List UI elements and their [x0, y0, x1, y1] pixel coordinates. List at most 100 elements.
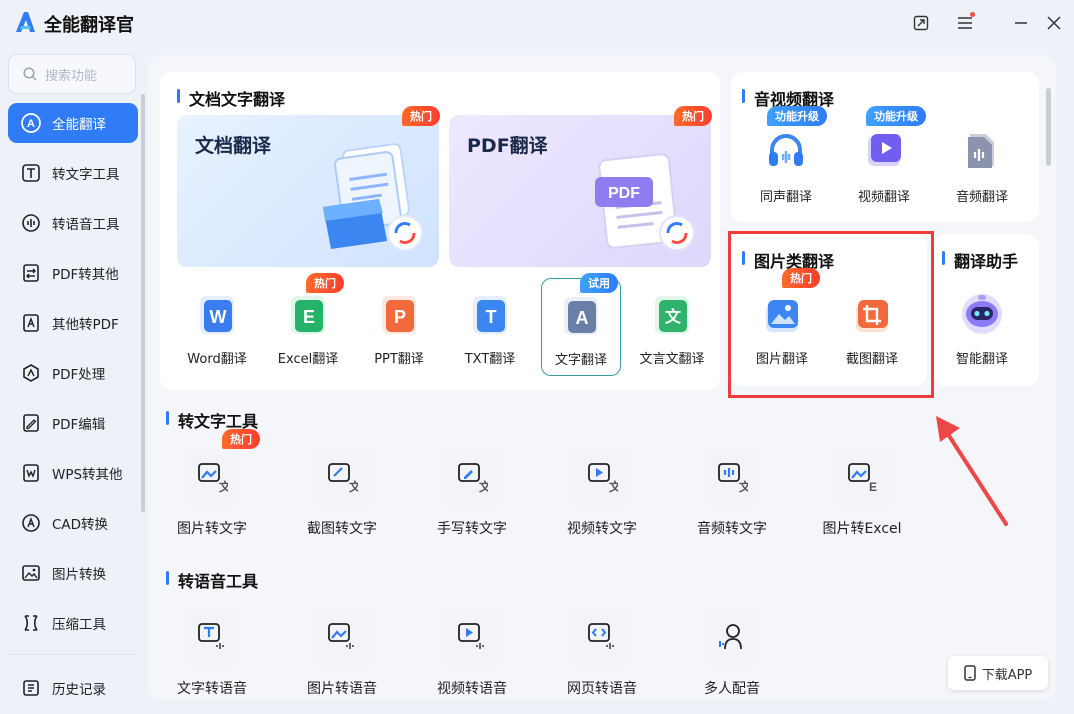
to-pdf-icon: [20, 312, 42, 334]
minimize-icon: [1015, 22, 1027, 24]
screenshot-to-text-icon: 文: [328, 463, 358, 493]
svg-text:文: 文: [609, 479, 618, 493]
tile-audio-translate[interactable]: 音频翻译: [938, 114, 1026, 210]
hot-badge: 热门: [222, 429, 260, 449]
tool-label: 文字转语音: [177, 681, 247, 697]
handwriting-icon: 文: [458, 463, 488, 493]
highlight-box: [728, 231, 934, 398]
notification-dot: [970, 12, 975, 17]
multi-person-icon: [719, 624, 742, 650]
sidebar-item-cad[interactable]: CAD转换: [8, 503, 138, 543]
tool-image-to-speech[interactable]: 图片转语音: [287, 608, 397, 698]
tile-video-translate[interactable]: 视频翻译: [840, 114, 928, 210]
title-bar: 全能翻译官: [0, 0, 1074, 48]
tool-image-to-text[interactable]: 文 图片转文字: [157, 448, 267, 538]
wps-icon: [20, 462, 42, 484]
text-to-speech-icon: [198, 623, 224, 649]
sidebar-item-all-translate[interactable]: A 全能翻译: [8, 103, 138, 143]
audio-file-icon: [968, 134, 994, 168]
sidebar: 搜索功能 A 全能翻译 转文字工具 转语音工具 PDF转其他 其他转PDF PD…: [0, 48, 146, 714]
tool-video-to-speech[interactable]: 视频转语音: [417, 608, 527, 698]
sidebar-item-to-speech[interactable]: 转语音工具: [8, 203, 138, 243]
tile-smart-translate[interactable]: 智能翻译: [942, 278, 1022, 374]
tile-simultaneous-translate[interactable]: 同声翻译: [742, 114, 830, 210]
sidebar-item-pdf-edit[interactable]: PDF编辑: [8, 403, 138, 443]
sidebar-item-image-convert[interactable]: 图片转换: [8, 553, 138, 593]
section-title-to-speech: 转语音工具: [166, 568, 258, 592]
section-title-assistant: 翻译助手: [942, 248, 1018, 272]
document-illustration-icon: [323, 143, 423, 251]
video-play-icon: [868, 134, 901, 166]
tool-screenshot-to-text[interactable]: 文 截图转文字: [287, 448, 397, 538]
sidebar-item-compress[interactable]: 压缩工具: [8, 603, 138, 643]
headphones-icon: [769, 134, 803, 166]
phone-icon: [963, 665, 976, 681]
tool-handwriting-to-text[interactable]: 文 手写转文字: [417, 448, 527, 538]
search-icon: [23, 67, 37, 81]
svg-text:文: 文: [665, 307, 682, 326]
main-scrollbar[interactable]: [1046, 88, 1051, 166]
tool-multi-voice-dubbing[interactable]: 多人配音: [677, 608, 787, 698]
tool-text-to-speech[interactable]: 文字转语音: [157, 608, 267, 698]
tile-label: 同声翻译: [759, 190, 812, 205]
tool-label: 截图转文字: [307, 521, 377, 537]
pdf-convert-icon: [20, 262, 42, 284]
svg-text:文: 文: [479, 479, 488, 493]
tile-txt-translate[interactable]: T TXT翻译: [450, 278, 530, 376]
tool-video-to-text[interactable]: 文 视频转文字: [547, 448, 657, 538]
sidebar-item-history[interactable]: 历史记录: [8, 668, 138, 708]
menu-button[interactable]: [952, 10, 978, 36]
pdf-translate-label: PDF翻译: [467, 135, 548, 157]
hot-badge: 热门: [674, 106, 712, 126]
pdf-art-label: PDF: [608, 185, 640, 202]
minimize-button[interactable]: [1008, 10, 1034, 36]
mini-mode-button[interactable]: [908, 10, 934, 36]
sidebar-scrollbar[interactable]: [141, 94, 145, 512]
tile-label: 智能翻译: [955, 352, 1008, 367]
trial-badge: 试用: [580, 273, 618, 293]
tile-word-translate[interactable]: W Word翻译: [177, 278, 257, 376]
tool-webpage-to-speech[interactable]: 网页转语音: [547, 608, 657, 698]
pdf-translate-card[interactable]: PDF翻译 PDF: [449, 115, 711, 267]
svg-text:文: 文: [739, 479, 748, 493]
download-app-button[interactable]: 下载APP: [948, 656, 1048, 690]
upgrade-badge: 功能升级: [767, 106, 827, 126]
pdf-illustration-icon: PDF: [595, 153, 695, 251]
tool-label: 视频转语音: [437, 681, 507, 697]
translate-icon: A: [20, 112, 42, 134]
close-button[interactable]: [1041, 10, 1067, 36]
video-to-speech-icon: [458, 623, 484, 649]
svg-text:文: 文: [219, 479, 228, 493]
tile-classical-translate[interactable]: 文 文言文翻译: [632, 278, 712, 376]
webpage-code-icon: [588, 623, 614, 649]
sidebar-item-other-to-pdf[interactable]: 其他转PDF: [8, 303, 138, 343]
tile-label: PPT翻译: [374, 352, 424, 367]
svg-text:E: E: [869, 480, 877, 493]
sidebar-item-pdf-to-other[interactable]: PDF转其他: [8, 253, 138, 293]
doc-translate-card[interactable]: 文档翻译: [177, 115, 439, 267]
sidebar-item-to-text[interactable]: 转文字工具: [8, 153, 138, 193]
tile-ppt-translate[interactable]: P PPT翻译: [359, 278, 439, 376]
sidebar-item-wps-to-other[interactable]: WPS转其他: [8, 453, 138, 493]
video-to-text-icon: 文: [588, 463, 618, 493]
tile-label: TXT翻译: [464, 352, 516, 367]
tool-label: 视频转文字: [567, 521, 637, 537]
search-input[interactable]: 搜索功能: [8, 54, 136, 94]
hamburger-icon: [958, 17, 972, 29]
tool-label: 网页转语音: [567, 681, 637, 697]
tool-label: 图片转文字: [177, 521, 247, 537]
tool-label: 音频转文字: [697, 521, 767, 537]
collapse-icon: [913, 15, 929, 31]
tool-audio-to-text[interactable]: 文 音频转文字: [677, 448, 787, 538]
app-logo-icon: [16, 12, 35, 32]
search-placeholder: 搜索功能: [45, 68, 98, 84]
tile-label: 音频翻译: [955, 190, 1008, 205]
tile-label: 视频翻译: [857, 190, 910, 205]
tile-label: 文言文翻译: [639, 352, 705, 367]
image-icon: [20, 562, 42, 584]
word-file-icon: W: [200, 296, 234, 334]
compress-icon: [20, 612, 42, 634]
tool-image-to-excel[interactable]: E 图片转Excel: [807, 448, 917, 538]
sidebar-item-pdf-process[interactable]: PDF处理: [8, 353, 138, 393]
section-title-doc-translate: 文档文字翻译: [177, 86, 285, 110]
